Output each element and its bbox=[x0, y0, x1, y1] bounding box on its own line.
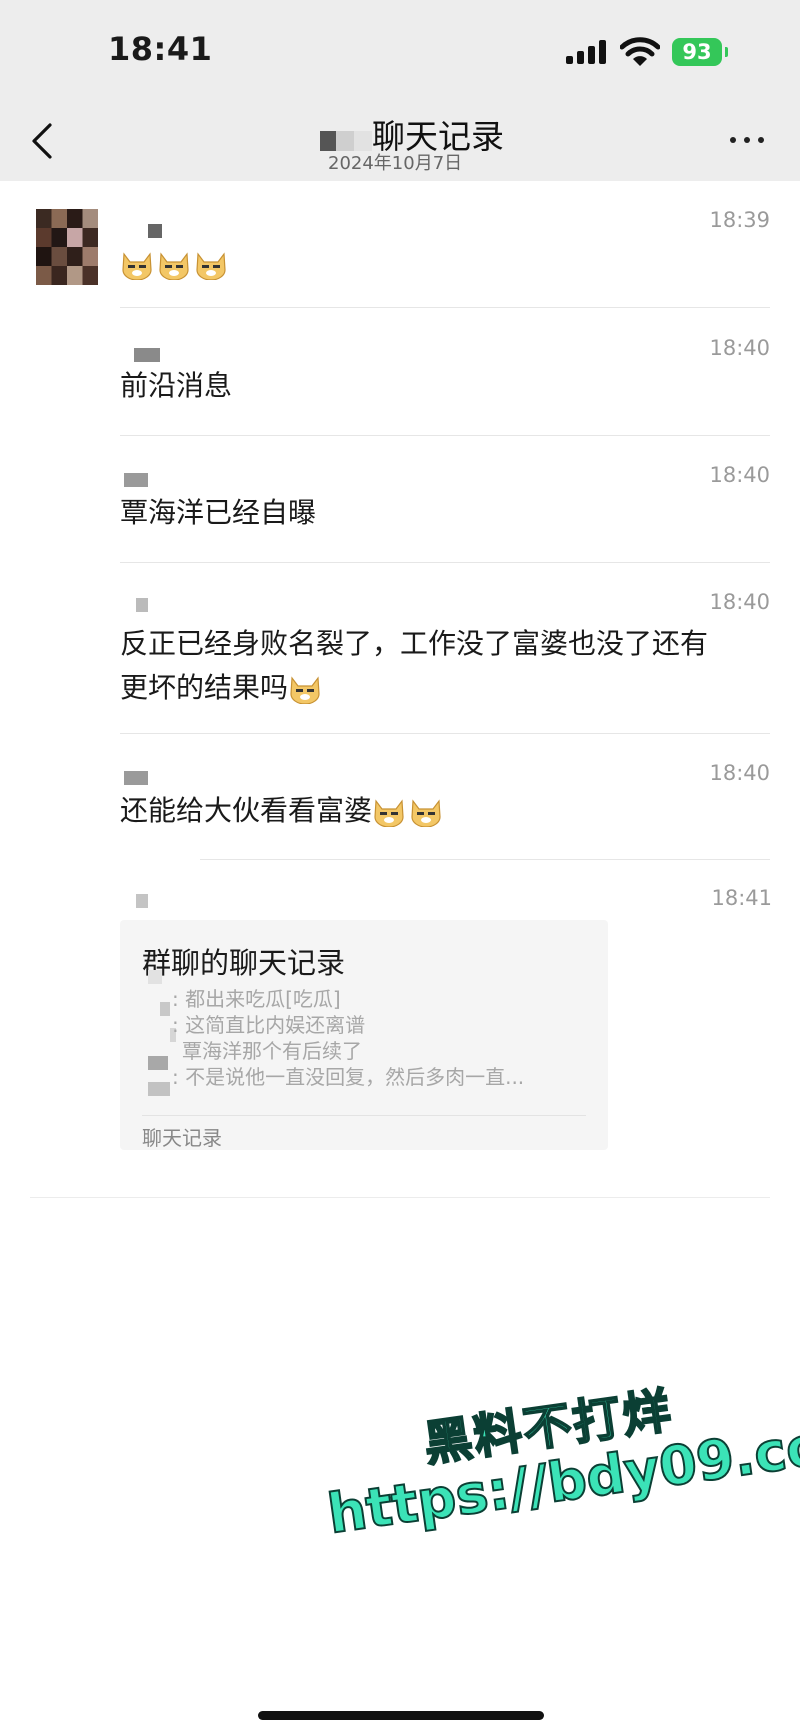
redacted-avatar bbox=[148, 1082, 170, 1096]
message-time: 18:40 bbox=[709, 336, 770, 360]
card-title: 群聊的聊天记录 bbox=[142, 946, 346, 980]
message-item: 18:41 bbox=[120, 886, 772, 916]
end-divider bbox=[30, 1197, 770, 1198]
divider bbox=[120, 435, 770, 436]
redacted-sender bbox=[136, 598, 148, 612]
redacted-avatar bbox=[148, 970, 162, 984]
message-item: 18:40 前沿消息 bbox=[120, 336, 770, 406]
divider bbox=[120, 307, 770, 308]
redacted-sender bbox=[134, 348, 160, 362]
redacted-sender bbox=[148, 224, 162, 238]
watermark: 黑料不打烊 https://bdy09.com bbox=[315, 1353, 800, 1588]
card-line: : 不是说他一直没回复，然后多肉一直... bbox=[172, 1065, 525, 1089]
divider bbox=[120, 733, 770, 734]
message-time: 18:40 bbox=[709, 463, 770, 487]
message-time: 18:41 bbox=[711, 886, 772, 910]
message-text[interactable]: 前沿消息 bbox=[120, 364, 232, 408]
message-item: 18:40 反正已经身败名裂了，工作没了富婆也没了还有 更坏的结果吗 bbox=[120, 590, 770, 704]
message-time: 18:40 bbox=[709, 590, 770, 614]
avatar[interactable] bbox=[36, 209, 98, 285]
redacted-avatar bbox=[148, 1056, 168, 1070]
chat-history-card[interactable]: 群聊的聊天记录 : 都出来吃瓜[吃瓜] : 这简直比内娱还离谱 覃海洋那个有后续… bbox=[120, 920, 608, 1150]
more-options-icon[interactable] bbox=[728, 129, 768, 149]
message-text-line2[interactable]: 更坏的结果吗 bbox=[120, 666, 325, 710]
message-text[interactable]: 还能给大伙看看富婆 bbox=[120, 789, 446, 833]
signal-icon bbox=[566, 40, 610, 64]
message-time: 18:39 bbox=[709, 208, 770, 232]
doge-emoji-icon bbox=[196, 252, 226, 280]
doge-emoji-icon bbox=[374, 799, 404, 827]
message-text-line2-label: 更坏的结果吗 bbox=[120, 671, 289, 704]
divider bbox=[200, 859, 770, 860]
redacted-sender bbox=[124, 473, 148, 487]
home-indicator[interactable] bbox=[258, 1711, 544, 1720]
doge-emoji-icon bbox=[159, 252, 189, 280]
redacted-group-name bbox=[320, 131, 372, 151]
doge-emoji-icon bbox=[122, 252, 152, 280]
card-footer: 聊天记录 bbox=[142, 1126, 222, 1150]
message-time: 18:40 bbox=[709, 761, 770, 785]
redacted-avatar bbox=[160, 1002, 170, 1016]
page-date: 2024年10月7日 bbox=[328, 153, 463, 174]
status-time: 18:41 bbox=[108, 30, 213, 68]
message-item: 18:40 覃海洋已经自曝 bbox=[120, 463, 770, 533]
card-line: : 都出来吃瓜[吃瓜] bbox=[172, 987, 341, 1011]
header: 18:41 93 聊天记录 2024年10月7日 bbox=[0, 0, 800, 181]
message-item: 18:39 bbox=[120, 208, 770, 298]
battery-icon: 93 bbox=[672, 38, 728, 66]
message-text-line1[interactable]: 反正已经身败名裂了，工作没了富婆也没了还有 bbox=[120, 622, 708, 666]
message-item: 18:40 还能给大伙看看富婆 bbox=[120, 761, 770, 831]
message-text-label: 还能给大伙看看富婆 bbox=[120, 794, 373, 827]
wifi-icon bbox=[620, 37, 660, 66]
card-preview: : 都出来吃瓜[吃瓜] : 这简直比内娱还离谱 覃海洋那个有后续了 : 不是说他… bbox=[172, 986, 524, 1090]
back-arrow-icon[interactable] bbox=[28, 120, 58, 162]
emoji-row bbox=[120, 242, 231, 286]
doge-emoji-icon bbox=[411, 799, 441, 827]
doge-emoji-icon bbox=[290, 676, 320, 704]
redacted-sender bbox=[124, 771, 148, 785]
divider bbox=[120, 562, 770, 563]
redacted-sender bbox=[136, 894, 148, 908]
message-text[interactable]: 覃海洋已经自曝 bbox=[120, 491, 316, 535]
card-line: : 这简直比内娱还离谱 bbox=[172, 1013, 366, 1037]
card-line: 覃海洋那个有后续了 bbox=[182, 1039, 362, 1063]
battery-level: 93 bbox=[682, 40, 712, 64]
card-divider bbox=[142, 1115, 586, 1116]
